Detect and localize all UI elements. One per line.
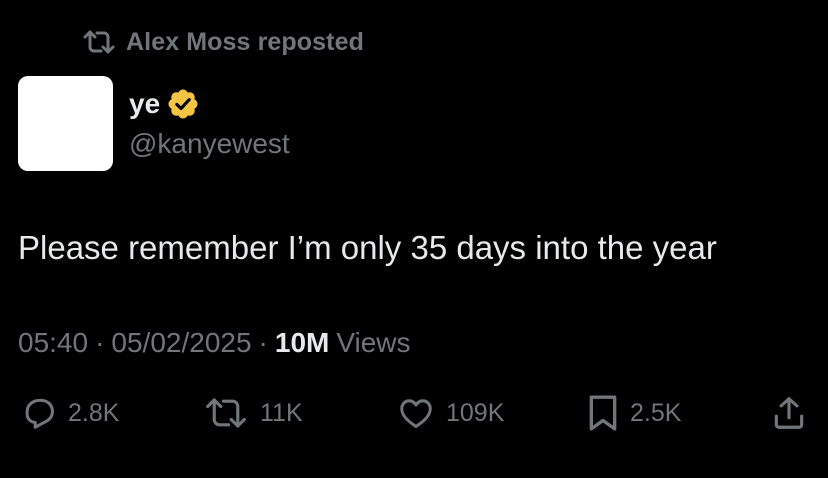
avatar[interactable] xyxy=(18,76,113,171)
reply-count: 2.8K xyxy=(68,398,120,427)
repost-button[interactable]: 11K xyxy=(202,390,303,436)
verified-badge-icon[interactable] xyxy=(166,87,200,121)
views-label: Views xyxy=(336,327,411,358)
reply-icon xyxy=(20,394,58,432)
repost-icon xyxy=(82,29,116,55)
author-handle[interactable]: @kanyewest xyxy=(129,126,290,162)
views-count: 10M xyxy=(274,327,330,358)
tweet-meta: 05:40 · 05/02/2025 · 10M Views xyxy=(18,324,411,362)
tweet-date[interactable]: 05/02/2025 xyxy=(111,327,251,359)
repost-label: Alex Moss reposted xyxy=(126,27,364,56)
author-display-name[interactable]: ye xyxy=(129,88,160,120)
share-button[interactable] xyxy=(770,390,808,436)
meta-separator: · xyxy=(258,327,268,358)
author-name-row: ye xyxy=(129,84,200,124)
share-icon xyxy=(770,393,808,433)
like-count: 109K xyxy=(446,398,505,427)
tweet-actions: 2.8K 11K 109K 2.5K xyxy=(0,390,828,436)
repost-icon xyxy=(202,396,250,430)
bookmark-button[interactable]: 2.5K xyxy=(586,390,681,436)
reply-button[interactable]: 2.8K xyxy=(20,390,119,436)
heart-icon xyxy=(396,394,436,432)
tweet-time[interactable]: 05:40 xyxy=(18,327,88,359)
meta-separator: · xyxy=(95,327,105,358)
bookmark-count: 2.5K xyxy=(630,398,682,427)
like-button[interactable]: 109K xyxy=(396,390,504,436)
bookmark-icon xyxy=(586,393,620,433)
tweet-text: Please remember I’m only 35 days into th… xyxy=(18,229,717,266)
repost-count: 11K xyxy=(260,398,303,427)
repost-banner[interactable]: Alex Moss reposted xyxy=(82,26,364,58)
